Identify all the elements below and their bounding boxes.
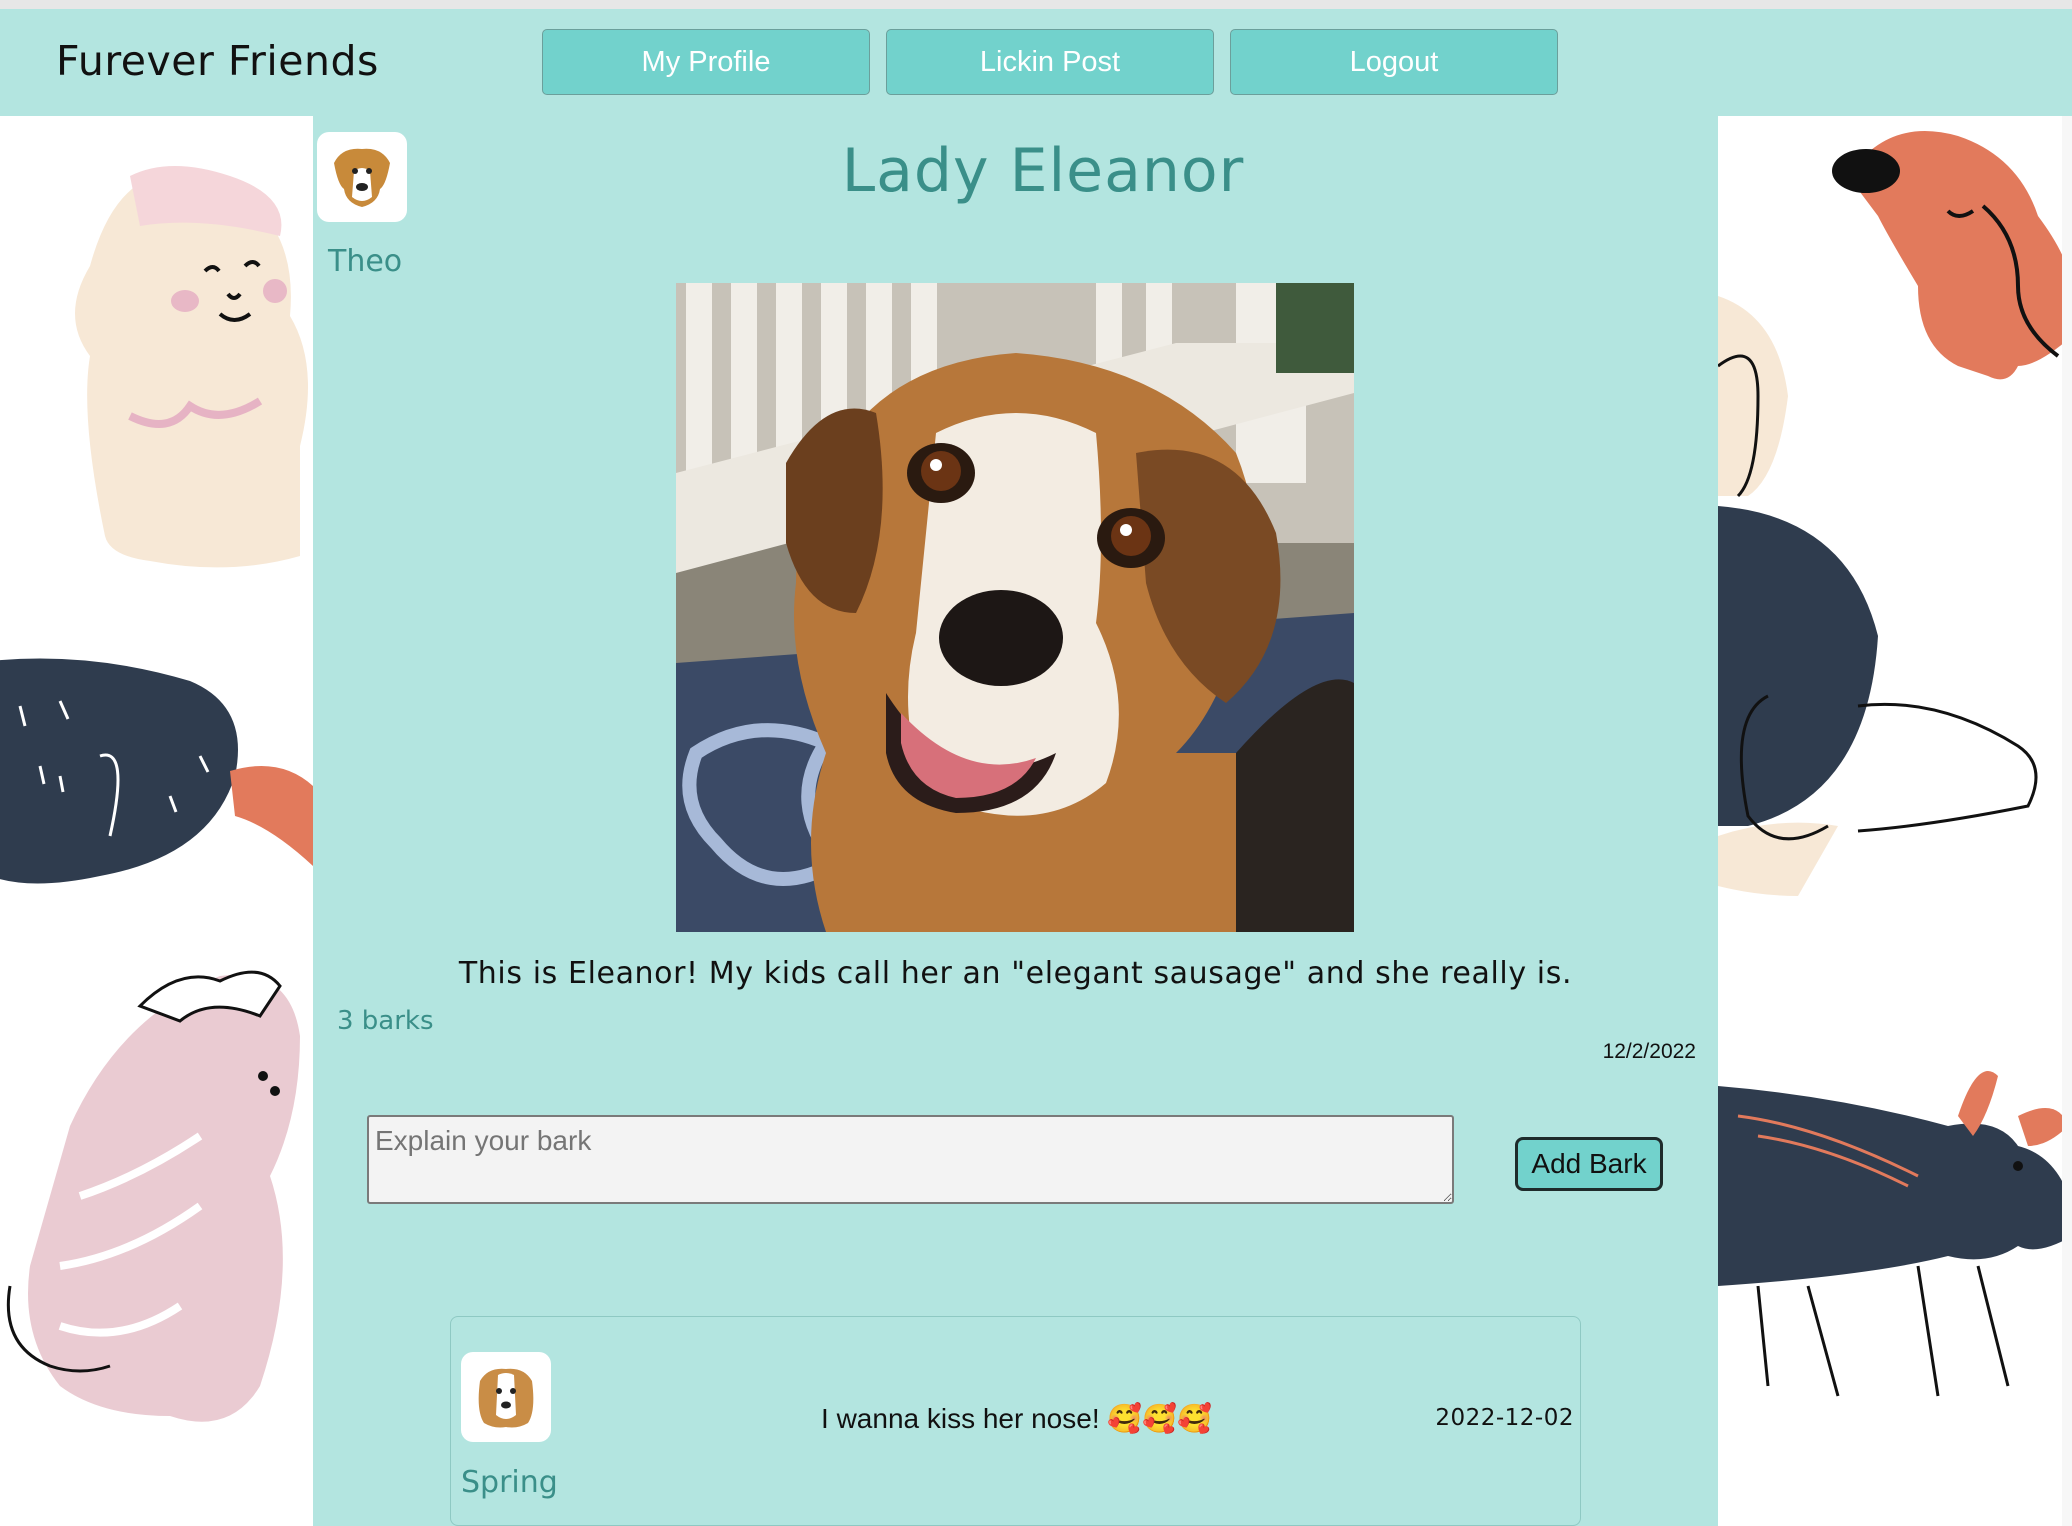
right-background-illustration xyxy=(1718,116,2072,1526)
my-profile-button[interactable]: My Profile xyxy=(542,29,870,95)
post-caption: This is Eleanor! My kids call her an "el… xyxy=(458,956,1573,991)
add-bark-button[interactable]: Add Bark xyxy=(1515,1137,1663,1191)
barks-count-link[interactable]: 3 barks xyxy=(337,1006,434,1036)
post-author-name[interactable]: Theo xyxy=(328,244,402,279)
window-top-edge xyxy=(0,0,2072,9)
bark-input[interactable] xyxy=(367,1115,1454,1204)
post-photo xyxy=(676,283,1354,932)
post-title: Lady Eleanor xyxy=(841,136,1245,206)
post-date: 12/2/2022 xyxy=(1602,1040,1696,1063)
comment-author-name[interactable]: Spring xyxy=(461,1465,558,1500)
cartoon-dogs-right-image xyxy=(1718,131,2072,1397)
comment-text: I wanna kiss her nose! 🥰🥰🥰 xyxy=(821,1403,1212,1434)
page-scrollbar[interactable] xyxy=(2062,116,2072,1526)
post-detail-panel: Theo Lady Eleanor This is Eleanor! My ki… xyxy=(313,116,1718,1526)
cartoon-dogs-left-image xyxy=(0,166,313,1422)
left-background-illustration xyxy=(0,116,313,1526)
logout-button[interactable]: Logout xyxy=(1230,29,1558,95)
brand-title[interactable]: Furever Friends xyxy=(56,37,379,85)
comment-date: 2022-12-02 xyxy=(1435,1405,1574,1431)
top-navbar: Furever Friends My Profile Lickin Post L… xyxy=(0,9,2072,116)
beagle-photo-image xyxy=(676,283,1354,932)
comment-card: Spring I wanna kiss her nose! 🥰🥰🥰 2022-1… xyxy=(450,1316,1581,1526)
lickin-post-button[interactable]: Lickin Post xyxy=(886,29,1214,95)
